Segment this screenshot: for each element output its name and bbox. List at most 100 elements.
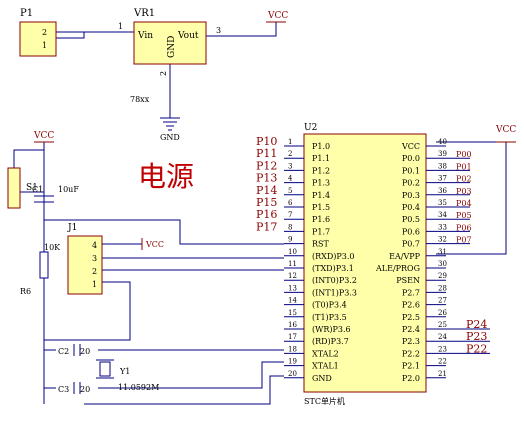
net-label: P02 bbox=[456, 175, 472, 184]
pin-number: 24 bbox=[438, 333, 447, 341]
pin-number: 6 bbox=[288, 199, 293, 207]
r6-ref: R6 bbox=[20, 287, 31, 296]
net-label: P13 bbox=[256, 172, 277, 185]
pin-number: 35 bbox=[438, 199, 447, 207]
pin-label: P0.1 bbox=[402, 166, 420, 175]
net-label: P04 bbox=[456, 199, 472, 208]
pin-number: 30 bbox=[438, 260, 447, 268]
net-label: P15 bbox=[256, 196, 277, 209]
net-label: P14 bbox=[256, 184, 277, 197]
pin-number: 20 bbox=[288, 370, 297, 378]
pin-number: 3 bbox=[288, 162, 292, 170]
pin-number: 12 bbox=[288, 272, 297, 280]
vr1-pin-3: 3 bbox=[216, 26, 221, 35]
c1-ref: C1 bbox=[32, 185, 43, 194]
y1-body bbox=[99, 361, 111, 377]
c3-ref: C3 bbox=[58, 385, 69, 394]
wire-gnd-bus bbox=[84, 375, 284, 405]
wire-p1-vr1 bbox=[56, 31, 85, 39]
pin-label: P2.7 bbox=[402, 288, 420, 297]
net-label: P11 bbox=[256, 147, 277, 160]
pin-label: (INT1)P3.3 bbox=[312, 288, 357, 297]
pin-label: EA/VPP bbox=[389, 252, 420, 261]
net-label: P10 bbox=[256, 135, 277, 148]
s1-body bbox=[7, 167, 21, 209]
pin-label: P1.6 bbox=[312, 215, 330, 224]
pin-label: XTAL2 bbox=[312, 349, 339, 358]
vcc-right: VCC bbox=[495, 125, 516, 143]
p1-pin-1: 1 bbox=[42, 41, 47, 50]
pin-number: 37 bbox=[438, 175, 447, 183]
pin-number: 31 bbox=[438, 248, 447, 256]
pin-number: 32 bbox=[438, 236, 447, 244]
pin-number: 33 bbox=[438, 223, 447, 231]
pin-label: (RXD)P3.0 bbox=[312, 252, 354, 261]
r6-body bbox=[39, 251, 49, 279]
c2-ref: C2 bbox=[58, 347, 69, 356]
vr1-pin-1: 1 bbox=[118, 22, 123, 31]
pin-label: GND bbox=[312, 374, 332, 383]
vcc-j1: VCC bbox=[141, 238, 164, 250]
vcc-left-label: VCC bbox=[33, 131, 54, 141]
pin-label: P1.7 bbox=[312, 227, 330, 236]
pin-label: P0.5 bbox=[402, 215, 420, 224]
c3-value: 20 bbox=[80, 385, 90, 394]
pin-number: 29 bbox=[438, 272, 447, 280]
connector-p1: P1 2 1 bbox=[19, 8, 57, 57]
vr1-gnd: GND bbox=[167, 36, 177, 58]
net-label: P03 bbox=[456, 187, 472, 196]
pin-number: 13 bbox=[288, 284, 297, 292]
pin-number: 1 bbox=[288, 138, 292, 146]
pin-label: P2.1 bbox=[402, 362, 420, 371]
pin-number: 21 bbox=[438, 370, 447, 378]
pin-number: 16 bbox=[288, 321, 297, 329]
vcc-top-label: VCC bbox=[267, 11, 288, 21]
j1-pin-3: 3 bbox=[92, 254, 97, 263]
pin-label: P0.4 bbox=[402, 203, 420, 212]
pin-number: 17 bbox=[288, 333, 297, 341]
net-label: P23 bbox=[466, 330, 487, 343]
gnd-symbol: GND bbox=[160, 117, 180, 142]
pin-label: P2.4 bbox=[402, 325, 420, 334]
pin-number: 19 bbox=[288, 358, 297, 366]
u2-name: STC单片机 bbox=[304, 396, 345, 406]
pin-number: 4 bbox=[288, 175, 293, 183]
pin-number: 39 bbox=[438, 150, 447, 158]
pin-number: 15 bbox=[288, 309, 297, 317]
schematic-canvas: P1 2 1 VR1 Vin Vout GND 1 2 3 78xx VCC V… bbox=[7, 8, 516, 406]
crystal-y1: Y1 11.0592M bbox=[96, 359, 159, 392]
pin-number: 10 bbox=[288, 248, 297, 256]
pin-label: P2.3 bbox=[402, 337, 420, 346]
j1-pin-1: 1 bbox=[92, 280, 97, 289]
pin-number: 34 bbox=[438, 211, 447, 219]
p1-pin-2: 2 bbox=[42, 28, 47, 37]
net-label: P22 bbox=[466, 342, 487, 355]
pin-label: P1.1 bbox=[312, 154, 330, 163]
pin-label: P1.2 bbox=[312, 166, 330, 175]
net-label: P17 bbox=[256, 220, 277, 233]
pin-number: 23 bbox=[438, 345, 447, 353]
pin-label: P0.6 bbox=[402, 227, 420, 236]
pin-label: P2.2 bbox=[402, 349, 420, 358]
p1-ref: P1 bbox=[20, 8, 33, 19]
vcc-right-label: VCC bbox=[495, 125, 516, 135]
resistor-r6: 10K R6 bbox=[20, 243, 61, 296]
pin-number: 9 bbox=[288, 236, 292, 244]
net-label: P01 bbox=[456, 162, 472, 171]
capacitor-c1: C1 10uF bbox=[32, 185, 79, 203]
net-label: P06 bbox=[456, 223, 472, 232]
j1-ref: J1 bbox=[67, 223, 77, 233]
capacitor-c3: C3 20 bbox=[58, 382, 90, 394]
gnd-label: GND bbox=[160, 133, 180, 142]
pin-number: 18 bbox=[288, 345, 297, 353]
pin-number: 11 bbox=[288, 260, 297, 268]
pin-label: P1.3 bbox=[312, 179, 330, 188]
pin-label: ALE/PROG bbox=[375, 264, 420, 273]
vr1-pin-2: 2 bbox=[159, 71, 168, 76]
pin-label: (RD)P3.7 bbox=[312, 337, 349, 346]
net-label: P12 bbox=[256, 159, 277, 172]
pin-number: 2 bbox=[288, 150, 292, 158]
pin-number: 28 bbox=[438, 284, 447, 292]
page-title: 电源 bbox=[138, 160, 194, 193]
connector-j1: J1 4 3 2 1 bbox=[67, 223, 103, 295]
